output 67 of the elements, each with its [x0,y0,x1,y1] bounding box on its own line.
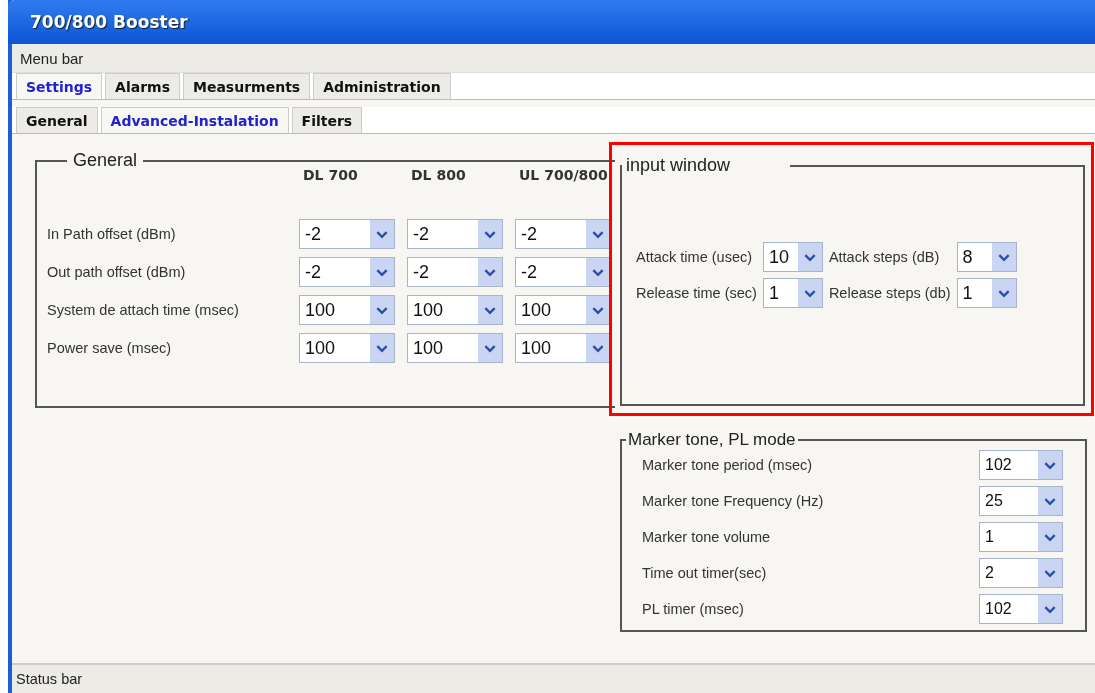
chevron-down-icon [991,279,1016,307]
chevron-down-icon [370,334,394,362]
field-label: Attack time (usec) [636,249,754,265]
field-label: Release time (sec) [636,285,757,301]
field-label: Time out timer(sec) [642,565,768,581]
field-label: Marker tone volume [642,529,772,545]
dropdown[interactable]: 1 [762,278,823,308]
group-title: input window [625,155,732,176]
dropdown[interactable]: 102 [979,450,1063,480]
field-label: Attack steps (dB) [828,249,941,265]
chevron-down-icon [370,220,394,248]
tab[interactable]: Settings [16,73,103,99]
dropdown[interactable]: -2 [515,257,611,287]
chevron-down-icon [1038,595,1062,623]
dropdown[interactable]: 8 [956,242,1017,272]
dropdown[interactable]: 100 [407,333,503,363]
dropdown[interactable]: 100 [299,295,395,325]
field-label: System de attach time (msec) [47,302,240,318]
group-title: Marker tone, PL mode [627,430,797,450]
group-title: General [72,150,139,171]
chevron-down-icon [991,243,1016,271]
column-header: DL 700 [302,167,359,183]
dropdown[interactable]: 1 [956,278,1017,308]
field-label: Marker tone period (msec) [642,457,814,473]
chevron-down-icon [478,334,502,362]
window-title: 700/800 Booster [30,12,188,32]
column-header: UL 700/800 [518,167,609,183]
dropdown[interactable]: 100 [515,333,611,363]
tab[interactable]: Administration [313,73,451,99]
chevron-down-icon [370,258,394,286]
chevron-down-icon [1038,487,1062,515]
chevron-down-icon [478,296,502,324]
field-label: Marker tone Frequency (Hz) [642,493,825,509]
tab[interactable]: General [16,107,98,133]
field-label: Out path offset (dBm) [47,264,187,280]
chevron-down-icon [797,279,822,307]
tab[interactable]: Measurments [183,73,311,99]
dropdown[interactable]: 100 [515,295,611,325]
field-label: Release steps (db) [828,285,951,301]
column-header: DL 800 [410,167,467,183]
dropdown[interactable]: -2 [515,219,611,249]
chevron-down-icon [478,258,502,286]
dropdown[interactable]: -2 [299,257,395,287]
dropdown[interactable]: 10 [762,242,823,272]
field-label: Power save (msec) [47,340,173,356]
dropdown[interactable]: -2 [407,219,503,249]
dropdown[interactable]: 1 [979,522,1063,552]
chevron-down-icon [797,243,822,271]
chevron-down-icon [478,220,502,248]
dropdown[interactable]: 100 [299,333,395,363]
menu-bar[interactable]: Menu bar [12,44,1095,73]
field-label: PL timer (msec) [642,601,745,617]
tab[interactable]: Alarms [105,73,180,99]
field-label: In Path offset (dBm) [47,226,177,242]
status-bar: Status bar [12,663,1095,693]
chevron-down-icon [1038,523,1062,551]
chevron-down-icon [370,296,394,324]
tab[interactable]: Advanced-Instalation [100,107,289,133]
dropdown[interactable]: 25 [979,486,1063,516]
chevron-down-icon [1038,451,1062,479]
dropdown[interactable]: 102 [979,594,1063,624]
dropdown[interactable]: 2 [979,558,1063,588]
chevron-down-icon [1038,559,1062,587]
dropdown[interactable]: 100 [407,295,503,325]
dropdown[interactable]: -2 [407,257,503,287]
dropdown[interactable]: -2 [299,219,395,249]
tab[interactable]: Filters [291,107,363,133]
